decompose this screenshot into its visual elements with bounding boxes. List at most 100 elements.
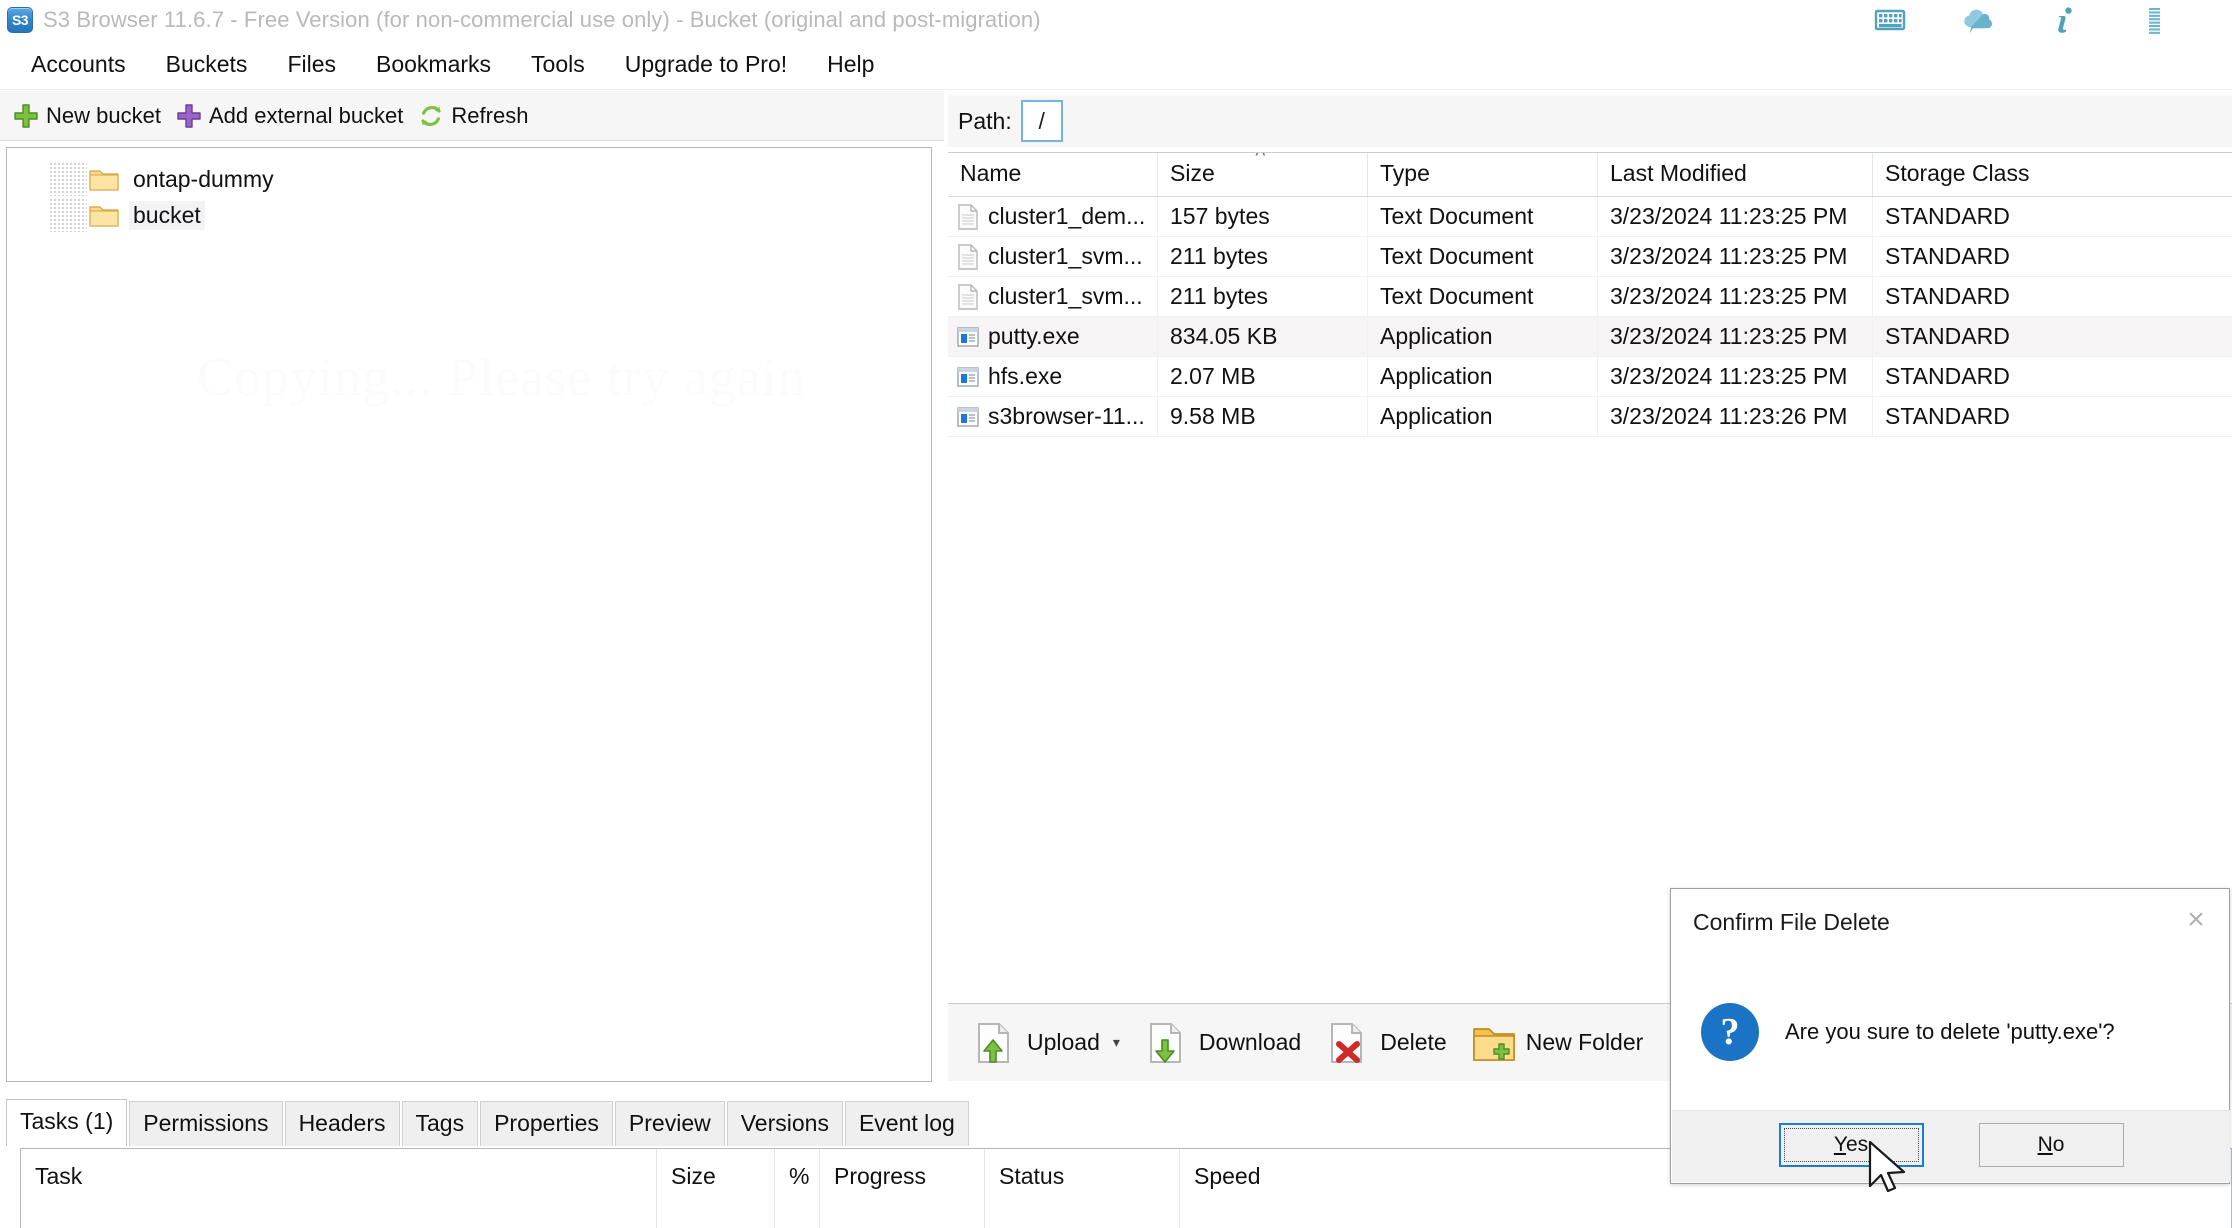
cell-size: 157 bytes — [1158, 197, 1368, 236]
new-folder-button[interactable]: New Folder — [1471, 1020, 1643, 1066]
tab-permissions[interactable]: Permissions — [129, 1101, 283, 1146]
close-icon[interactable]: × — [2177, 901, 2215, 939]
path-input[interactable] — [1020, 100, 1063, 142]
tab-properties[interactable]: Properties — [480, 1101, 613, 1146]
cell-name: putty.exe — [948, 317, 1158, 356]
download-button[interactable]: Download — [1144, 1020, 1301, 1066]
title-bar: S3 S3 Browser 11.6.7 - Free Version (for… — [0, 0, 2232, 40]
tab-tags[interactable]: Tags — [401, 1101, 479, 1146]
menu-item-bookmarks[interactable]: Bookmarks — [359, 47, 508, 82]
cell-storage: STANDARD — [1885, 363, 2010, 389]
panel-splitter[interactable] — [936, 147, 942, 1082]
task-column-header-size[interactable]: Size — [657, 1149, 775, 1228]
new-folder-icon — [1471, 1020, 1517, 1066]
dialog-message: Are you sure to delete 'putty.exe'? — [1785, 1019, 2115, 1044]
cell-type: Text Document — [1368, 197, 1598, 236]
cell-type: Application — [1368, 397, 1598, 436]
yes-mnemonic: Y — [1833, 1132, 1846, 1156]
menu-item-upgrade[interactable]: Upgrade to Pro! — [608, 47, 804, 82]
upload-label: Upload — [1027, 1029, 1100, 1055]
tab-event-log[interactable]: Event log — [844, 1101, 969, 1146]
tab-preview[interactable]: Preview — [614, 1101, 725, 1146]
cell-modified: 3/23/2024 11:23:26 PM — [1598, 397, 1873, 436]
cell-size: 9.58 MB — [1158, 397, 1368, 436]
cell-storage: STANDARD — [1885, 203, 2010, 229]
column-header-type[interactable]: Type — [1368, 153, 1598, 196]
cell-modified: 3/23/2024 11:23:25 PM — [1598, 197, 1873, 236]
menu-item-tools[interactable]: Tools — [514, 47, 602, 82]
new-bucket-label: New bucket — [46, 102, 161, 128]
keyboard-icon[interactable] — [1872, 2, 1908, 38]
bucket-toolbar: New bucket Add external bucket Refresh — [0, 91, 944, 141]
menu-item-files[interactable]: Files — [270, 47, 353, 82]
file-name-label: cluster1_dem... — [988, 203, 1146, 229]
table-row[interactable]: s3browser-11... 9.58 MB Application 3/23… — [948, 397, 2232, 437]
tree-item-ontap-dummy[interactable]: ontap-dummy — [49, 162, 278, 196]
task-column-header-speed[interactable]: Speed — [1180, 1149, 1380, 1228]
text-file-icon — [956, 243, 980, 271]
upload-button[interactable]: Upload ▾ — [972, 1020, 1120, 1066]
bucket-tree-panel[interactable]: Copying... Please try again ontap-dummy … — [6, 147, 932, 1082]
yes-button[interactable]: Yes — [1778, 1122, 1924, 1167]
chevron-down-icon[interactable]: ▾ — [1113, 1034, 1120, 1051]
new-bucket-button[interactable]: New bucket — [12, 102, 161, 130]
menu-item-help[interactable]: Help — [810, 47, 891, 82]
folder-icon — [87, 167, 129, 192]
tree-item-bucket[interactable]: bucket — [49, 198, 205, 232]
plus-purple-icon — [175, 102, 203, 130]
list-icon[interactable] — [2136, 2, 2172, 38]
confirm-file-delete-dialog: Confirm File Delete × ? Are you sure to … — [1670, 888, 2230, 1184]
menu-item-accounts[interactable]: Accounts — [14, 47, 143, 82]
file-name-label: cluster1_svm... — [988, 243, 1143, 269]
cell-type: Application — [1368, 357, 1598, 396]
add-external-bucket-label: Add external bucket — [208, 102, 404, 128]
no-button[interactable]: No — [1978, 1122, 2124, 1167]
delete-button[interactable]: Delete — [1325, 1020, 1447, 1066]
refresh-button[interactable]: Refresh — [417, 102, 528, 130]
task-column-header-status[interactable]: Status — [985, 1149, 1180, 1228]
table-row[interactable]: cluster1_dem... 157 bytes Text Document … — [948, 197, 2232, 237]
table-row[interactable]: cluster1_svm... 211 bytes Text Document … — [948, 277, 2232, 317]
cell-type: Text Document — [1368, 277, 1598, 316]
table-row[interactable]: cluster1_svm... 211 bytes Text Document … — [948, 237, 2232, 277]
column-header-name[interactable]: Name — [948, 153, 1158, 196]
title-bar-icons — [1872, 2, 2232, 38]
file-list-body: cluster1_dem... 157 bytes Text Document … — [948, 197, 2232, 437]
cell-modified: 3/23/2024 11:23:25 PM — [1598, 357, 1873, 396]
task-column-header-progress[interactable]: Progress — [820, 1149, 985, 1228]
task-column-header-task[interactable]: Task — [21, 1149, 657, 1228]
file-list-header: Name ˄ Size Type Last Modified Storage C… — [948, 153, 2232, 197]
cell-size: 211 bytes — [1158, 237, 1368, 276]
path-label: Path: — [958, 107, 1012, 134]
download-label: Download — [1198, 1029, 1302, 1055]
cell-size: 2.07 MB — [1158, 357, 1368, 396]
cell-modified: 3/23/2024 11:23:25 PM — [1598, 237, 1873, 276]
tree-item-label: ontap-dummy — [133, 165, 274, 192]
cell-storage: STANDARD — [1885, 283, 2010, 309]
tree-connector — [49, 162, 87, 196]
column-header-modified[interactable]: Last Modified — [1598, 153, 1873, 196]
tree-connector — [49, 198, 87, 232]
dialog-title: Confirm File Delete — [1693, 909, 1890, 935]
tab-tasks[interactable]: Tasks (1) — [6, 1099, 128, 1146]
upload-icon — [972, 1020, 1018, 1066]
column-header-storage[interactable]: Storage Class — [1873, 153, 2232, 196]
cell-size: 211 bytes — [1158, 277, 1368, 316]
column-header-size[interactable]: ˄ Size — [1158, 153, 1368, 196]
cloud-icon[interactable] — [1960, 2, 1996, 38]
file-list[interactable]: Name ˄ Size Type Last Modified Storage C… — [948, 152, 2232, 1000]
tab-versions[interactable]: Versions — [726, 1101, 843, 1146]
table-row[interactable]: putty.exe 834.05 KB Application 3/23/202… — [948, 317, 2232, 357]
path-bar: Path: — [948, 95, 2232, 147]
download-icon — [1144, 1020, 1190, 1066]
table-row[interactable]: hfs.exe 2.07 MB Application 3/23/2024 11… — [948, 357, 2232, 397]
cell-modified: 3/23/2024 11:23:25 PM — [1598, 277, 1873, 316]
delete-icon — [1325, 1020, 1371, 1066]
cell-type: Text Document — [1368, 237, 1598, 276]
file-name-label: cluster1_svm... — [988, 283, 1143, 309]
menu-item-buckets[interactable]: Buckets — [149, 47, 265, 82]
task-column-header-percent[interactable]: % — [775, 1149, 820, 1228]
info-icon[interactable] — [2048, 2, 2084, 38]
add-external-bucket-button[interactable]: Add external bucket — [175, 102, 403, 130]
tab-headers[interactable]: Headers — [284, 1101, 400, 1146]
